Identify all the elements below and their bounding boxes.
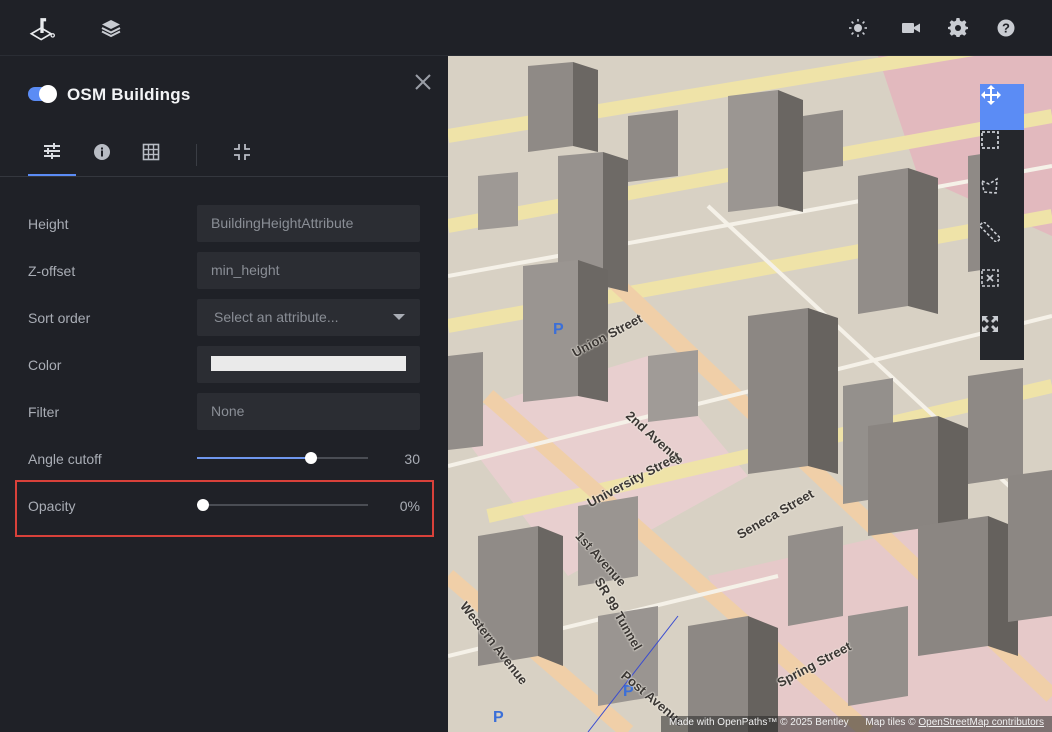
slider-track (197, 504, 368, 506)
height-attribute-field[interactable]: BuildingHeightAttribute (197, 205, 420, 242)
map-viewport[interactable]: P P P 1st Avenue 2nd Avenue Western Aven… (448, 56, 1052, 732)
panel-title: OSM Buildings (67, 85, 191, 104)
tab-attribute-table[interactable] (127, 132, 175, 176)
opacity-slider[interactable] (197, 487, 368, 527)
help-icon[interactable]: ? (992, 14, 1020, 42)
angle-cutoff-label: Angle cutoff (28, 451, 102, 467)
measure-tool[interactable] (980, 222, 1024, 268)
map-attribution: Made with OpenPaths™ © 2025 Bentley Map … (660, 716, 1052, 732)
attribution-made-with: Made with OpenPaths™ © 2025 Bentley (668, 717, 849, 728)
sort-order-label: Sort order (28, 310, 91, 326)
zoffset-attribute-field[interactable]: min_height (197, 252, 420, 289)
map-tools-toolbar (980, 84, 1024, 360)
color-label: Color (28, 357, 62, 373)
opacity-value: 0% (399, 498, 420, 514)
layers-icon[interactable] (97, 14, 125, 42)
osm-contributors-link[interactable]: OpenStreetMap contributors (918, 717, 1044, 728)
slider-fill (197, 457, 311, 459)
close-icon[interactable] (412, 71, 434, 93)
app-logo-icon[interactable] (28, 14, 56, 42)
height-row: Height BuildingHeightAttribute (0, 205, 448, 245)
slider-thumb[interactable] (197, 499, 209, 511)
collapse-icon (233, 143, 251, 166)
toggle-knob (39, 85, 57, 103)
zoom-extent-tool[interactable] (980, 314, 1024, 360)
rectangle-select-tool[interactable] (980, 130, 1024, 176)
angle-cutoff-row: Angle cutoff 30 (0, 440, 448, 480)
tab-style-settings[interactable] (28, 132, 76, 176)
layer-visibility-toggle[interactable] (28, 85, 57, 103)
sort-order-row: Sort order Select an attribute... (0, 299, 448, 339)
zoffset-row: Z-offset min_height (0, 252, 448, 292)
sun-icon[interactable] (844, 14, 872, 42)
tab-collapse[interactable] (218, 132, 266, 176)
angle-cutoff-slider[interactable] (197, 440, 368, 480)
filter-row: Filter None (0, 393, 448, 433)
polygon-select-tool[interactable] (980, 176, 1024, 222)
opacity-label: Opacity (28, 498, 76, 514)
map-3d-scene: P P P (448, 56, 1052, 732)
layer-settings-panel: OSM Buildings Height BuildingHeightAttri… (0, 56, 448, 732)
sliders-icon (42, 142, 62, 165)
filter-field[interactable]: None (197, 393, 420, 430)
pan-move-tool[interactable] (980, 84, 1024, 130)
top-toolbar: ? (0, 0, 1052, 56)
attribution-tiles: Map tiles © (865, 717, 916, 728)
color-swatch (211, 356, 406, 371)
height-label: Height (28, 216, 69, 232)
sort-order-placeholder: Select an attribute... (214, 309, 339, 325)
svg-text:?: ? (1002, 21, 1010, 36)
camera-icon[interactable] (897, 14, 925, 42)
info-icon (93, 143, 111, 166)
angle-cutoff-value: 30 (404, 451, 420, 467)
tab-info[interactable] (78, 132, 126, 176)
color-picker[interactable] (197, 346, 420, 383)
tab-divider (196, 144, 197, 166)
svg-text:P: P (553, 321, 564, 338)
table-grid-icon (142, 143, 160, 166)
color-row: Color (0, 346, 448, 386)
opacity-row: Opacity 0% (0, 487, 448, 527)
svg-text:P: P (493, 709, 504, 726)
settings-gear-icon[interactable] (944, 14, 972, 42)
slider-thumb[interactable] (305, 452, 317, 464)
panel-tabs (0, 132, 448, 177)
clear-selection-tool[interactable] (980, 268, 1024, 314)
filter-label: Filter (28, 404, 60, 420)
panel-header: OSM Buildings (0, 56, 448, 120)
app-window: ? OSM Buildings Height BuildingHeightAtt… (0, 0, 1052, 732)
zoffset-label: Z-offset (28, 263, 76, 279)
sort-order-select[interactable]: Select an attribute... (197, 299, 420, 336)
chevron-down-icon (393, 314, 405, 320)
